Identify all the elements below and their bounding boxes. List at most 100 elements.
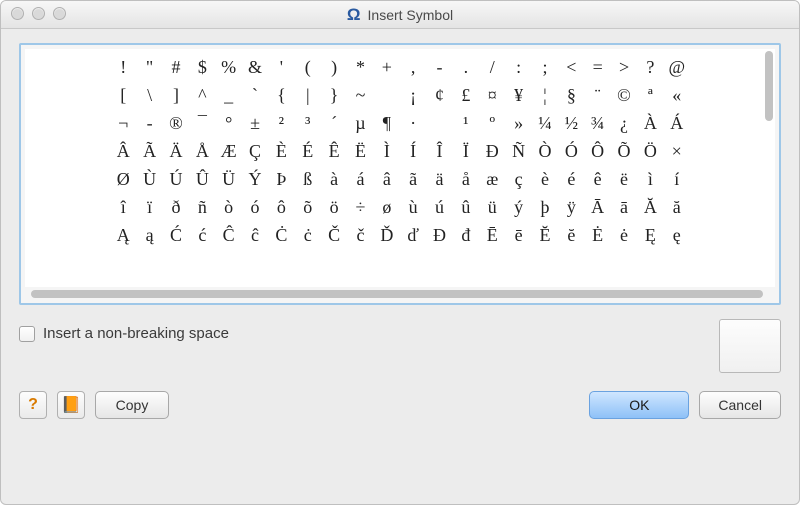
symbol-cell[interactable]: ¥ [505, 81, 531, 109]
symbol-cell[interactable]: ¿ [611, 109, 637, 137]
symbol-cell[interactable]: ï [136, 193, 162, 221]
symbol-cell[interactable]: È [268, 137, 294, 165]
symbol-cell[interactable]: ę [664, 221, 690, 249]
symbol-cell[interactable]: ö [321, 193, 347, 221]
symbol-cell[interactable]: è [532, 165, 558, 193]
symbol-cell[interactable]: Đ [479, 137, 505, 165]
symbol-cell[interactable]: [ [110, 81, 136, 109]
symbol-cell[interactable]: ³ [295, 109, 321, 137]
symbol-cell[interactable]: Ĉ [216, 221, 242, 249]
symbol-cell[interactable]: Ą [110, 221, 136, 249]
symbol-cell[interactable]: ' [268, 53, 294, 81]
symbol-cell[interactable]: Ā [585, 193, 611, 221]
symbol-cell[interactable]: ó [242, 193, 268, 221]
symbol-cell[interactable]: å [453, 165, 479, 193]
symbol-cell[interactable]: Ý [242, 165, 268, 193]
cancel-button[interactable]: Cancel [699, 391, 781, 419]
symbol-cell[interactable]: ä [426, 165, 452, 193]
symbol-cell[interactable]: é [558, 165, 584, 193]
symbol-cell[interactable]: ê [585, 165, 611, 193]
symbol-cell[interactable]: % [216, 53, 242, 81]
symbol-cell[interactable]: < [558, 53, 584, 81]
reference-button[interactable]: 📙 [57, 391, 85, 419]
symbol-cell[interactable]: « [664, 81, 690, 109]
symbol-cell[interactable]: . [453, 53, 479, 81]
symbol-cell[interactable]: - [426, 53, 452, 81]
symbol-cell[interactable]: č [347, 221, 373, 249]
symbol-cell[interactable]: & [242, 53, 268, 81]
symbol-cell[interactable]: £ [453, 81, 479, 109]
symbol-cell[interactable]: ¯ [189, 109, 215, 137]
symbol-cell[interactable]: _ [216, 81, 242, 109]
symbol-cell[interactable]: ¾ [585, 109, 611, 137]
symbol-cell[interactable]: ý [505, 193, 531, 221]
symbol-cell[interactable]: , [400, 53, 426, 81]
symbol-cell[interactable]: : [505, 53, 531, 81]
symbol-cell[interactable]: ¹ [453, 109, 479, 137]
ok-button[interactable]: OK [589, 391, 689, 419]
symbol-cell[interactable]: ć [189, 221, 215, 249]
symbol-cell[interactable]: þ [532, 193, 558, 221]
symbol-cell[interactable]: ą [136, 221, 162, 249]
symbol-cell[interactable]: / [479, 53, 505, 81]
symbol-cell[interactable]: Ò [532, 137, 558, 165]
symbol-cell[interactable]: ^ [189, 81, 215, 109]
close-window-button[interactable] [11, 7, 24, 20]
symbol-cell[interactable]: ± [242, 109, 268, 137]
symbol-cell[interactable]: í [664, 165, 690, 193]
symbol-cell[interactable]: ° [216, 109, 242, 137]
symbol-cell[interactable]: ß [295, 165, 321, 193]
symbol-cell[interactable]: = [585, 53, 611, 81]
symbol-cell[interactable]: ~ [347, 81, 373, 109]
symbol-cell[interactable]: É [295, 137, 321, 165]
symbol-cell[interactable]: Ä [163, 137, 189, 165]
symbol-cell[interactable]: á [347, 165, 373, 193]
symbol-cell[interactable]: Ø [110, 165, 136, 193]
symbol-cell[interactable]: Ď [374, 221, 400, 249]
minimize-window-button[interactable] [32, 7, 45, 20]
symbol-cell[interactable]: Ô [585, 137, 611, 165]
symbol-cell[interactable]: æ [479, 165, 505, 193]
zoom-window-button[interactable] [53, 7, 66, 20]
symbol-cell[interactable]: ² [268, 109, 294, 137]
horizontal-scrollbar[interactable] [25, 289, 775, 299]
symbol-cell[interactable]: ò [216, 193, 242, 221]
symbol-cell[interactable]: # [163, 53, 189, 81]
symbol-cell[interactable]: ã [400, 165, 426, 193]
symbol-cell[interactable]: ā [611, 193, 637, 221]
nbsp-checkbox-row[interactable]: Insert a non-breaking space [19, 325, 229, 342]
symbol-cell[interactable]: Ó [558, 137, 584, 165]
symbol-cell[interactable]: Þ [268, 165, 294, 193]
symbol-cell[interactable]: | [295, 81, 321, 109]
symbol-cell[interactable]: Õ [611, 137, 637, 165]
symbol-cell[interactable]: Ï [453, 137, 479, 165]
symbol-cell[interactable]: { [268, 81, 294, 109]
symbol-cell[interactable]: ! [110, 53, 136, 81]
symbol-cell[interactable]: ½ [558, 109, 584, 137]
symbol-cell[interactable]: ) [321, 53, 347, 81]
symbol-cell[interactable]: ø [374, 193, 400, 221]
symbol-cell[interactable]: Ă [637, 193, 663, 221]
symbol-cell[interactable]: ì [637, 165, 663, 193]
symbol-cell[interactable]: Ć [163, 221, 189, 249]
symbol-cell[interactable]: ´ [321, 109, 347, 137]
symbol-cell[interactable]: ; [532, 53, 558, 81]
symbol-cell[interactable]: ¬ [110, 109, 136, 137]
symbol-cell[interactable]: ô [268, 193, 294, 221]
symbol-cell[interactable]: ÿ [558, 193, 584, 221]
symbol-cell[interactable]: ¶ [374, 109, 400, 137]
symbol-cell[interactable]: Ĕ [532, 221, 558, 249]
symbol-cell[interactable]: Đ [426, 221, 452, 249]
symbol-cell[interactable]: ú [426, 193, 452, 221]
vertical-scrollbar[interactable] [765, 51, 773, 285]
symbol-cell[interactable]: Ñ [505, 137, 531, 165]
symbol-cell[interactable]: " [136, 53, 162, 81]
symbol-cell[interactable]: @ [664, 53, 690, 81]
symbol-cell[interactable]: - [136, 109, 162, 137]
symbol-cell[interactable]: đ [453, 221, 479, 249]
symbol-cell[interactable]: à [321, 165, 347, 193]
copy-button[interactable]: Copy [95, 391, 169, 419]
symbol-cell[interactable]: ď [400, 221, 426, 249]
symbol-cell[interactable]: ¢ [426, 81, 452, 109]
symbol-cell[interactable]: Ã [136, 137, 162, 165]
